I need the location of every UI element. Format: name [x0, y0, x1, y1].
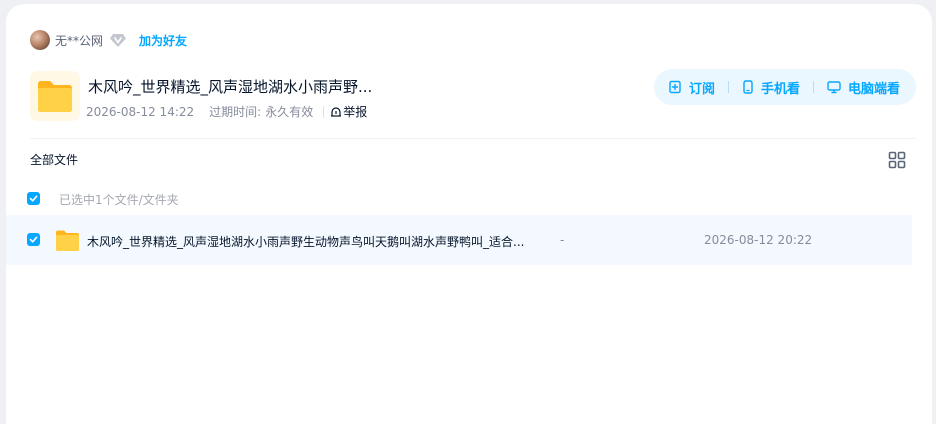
select-all-checkbox[interactable]	[27, 192, 40, 205]
share-folder-thumbnail	[30, 71, 80, 121]
subscribe-label: 订阅	[689, 81, 716, 97]
subscribe-icon	[669, 80, 681, 94]
file-date: 2026-08-12 20:22	[704, 233, 813, 247]
share-actions: 订阅 手机看 电脑端看	[654, 69, 916, 105]
report-icon	[331, 106, 342, 117]
header-divider	[30, 138, 916, 139]
file-name[interactable]: 木风吟_世界精选_风声湿地湖水小雨声野生动物声鸟叫天鹅叫湖水声野鸭叫_适合...	[87, 233, 524, 250]
row-checkbox[interactable]	[27, 233, 40, 246]
folder-icon	[56, 230, 79, 251]
check-icon	[29, 236, 38, 243]
sharer-name: 无**公网	[55, 33, 104, 48]
mobile-view-label: 手机看	[761, 81, 801, 97]
folder-icon	[38, 81, 72, 112]
report-button[interactable]: 举报	[330, 103, 367, 120]
share-page-card: 无**公网 加为好友 木风吟_世界精选_风声湿地湖水小雨声野... 2026-0…	[6, 4, 932, 424]
share-meta: 2026-08-12 14:22 过期时间: 永久有效 举报	[86, 103, 367, 120]
share-title: 木风吟_世界精选_风声湿地湖水小雨声野...	[88, 78, 373, 96]
phone-icon	[743, 80, 753, 94]
selection-summary: 已选中1个文件/文件夹	[59, 193, 179, 207]
monitor-icon	[827, 81, 841, 94]
expire-value: 永久有效	[265, 105, 314, 119]
diamond-vip-icon	[110, 34, 127, 47]
check-icon	[29, 195, 38, 202]
grid-view-icon[interactable]	[888, 151, 906, 169]
expire-label: 过期时间:	[209, 105, 262, 119]
pc-view-button[interactable]: 电脑端看	[827, 78, 900, 97]
add-friend-link[interactable]: 加为好友	[139, 32, 187, 49]
report-label: 举报	[343, 105, 368, 119]
action-divider	[813, 81, 815, 93]
file-size: -	[560, 233, 565, 247]
mobile-view-button[interactable]: 手机看	[742, 78, 800, 97]
action-divider	[728, 81, 730, 93]
breadcrumb-all-files[interactable]: 全部文件	[30, 151, 78, 168]
pc-view-label: 电脑端看	[848, 81, 901, 97]
share-created-date: 2026-08-12 14:22	[86, 104, 195, 119]
subscribe-button[interactable]: 订阅	[668, 78, 715, 97]
table-row[interactable]: 木风吟_世界精选_风声湿地湖水小雨声野生动物声鸟叫天鹅叫湖水声野鸭叫_适合...…	[6, 215, 912, 265]
sharer-info: 无**公网 加为好友	[30, 29, 187, 51]
avatar[interactable]	[30, 30, 50, 50]
meta-divider	[323, 105, 325, 118]
